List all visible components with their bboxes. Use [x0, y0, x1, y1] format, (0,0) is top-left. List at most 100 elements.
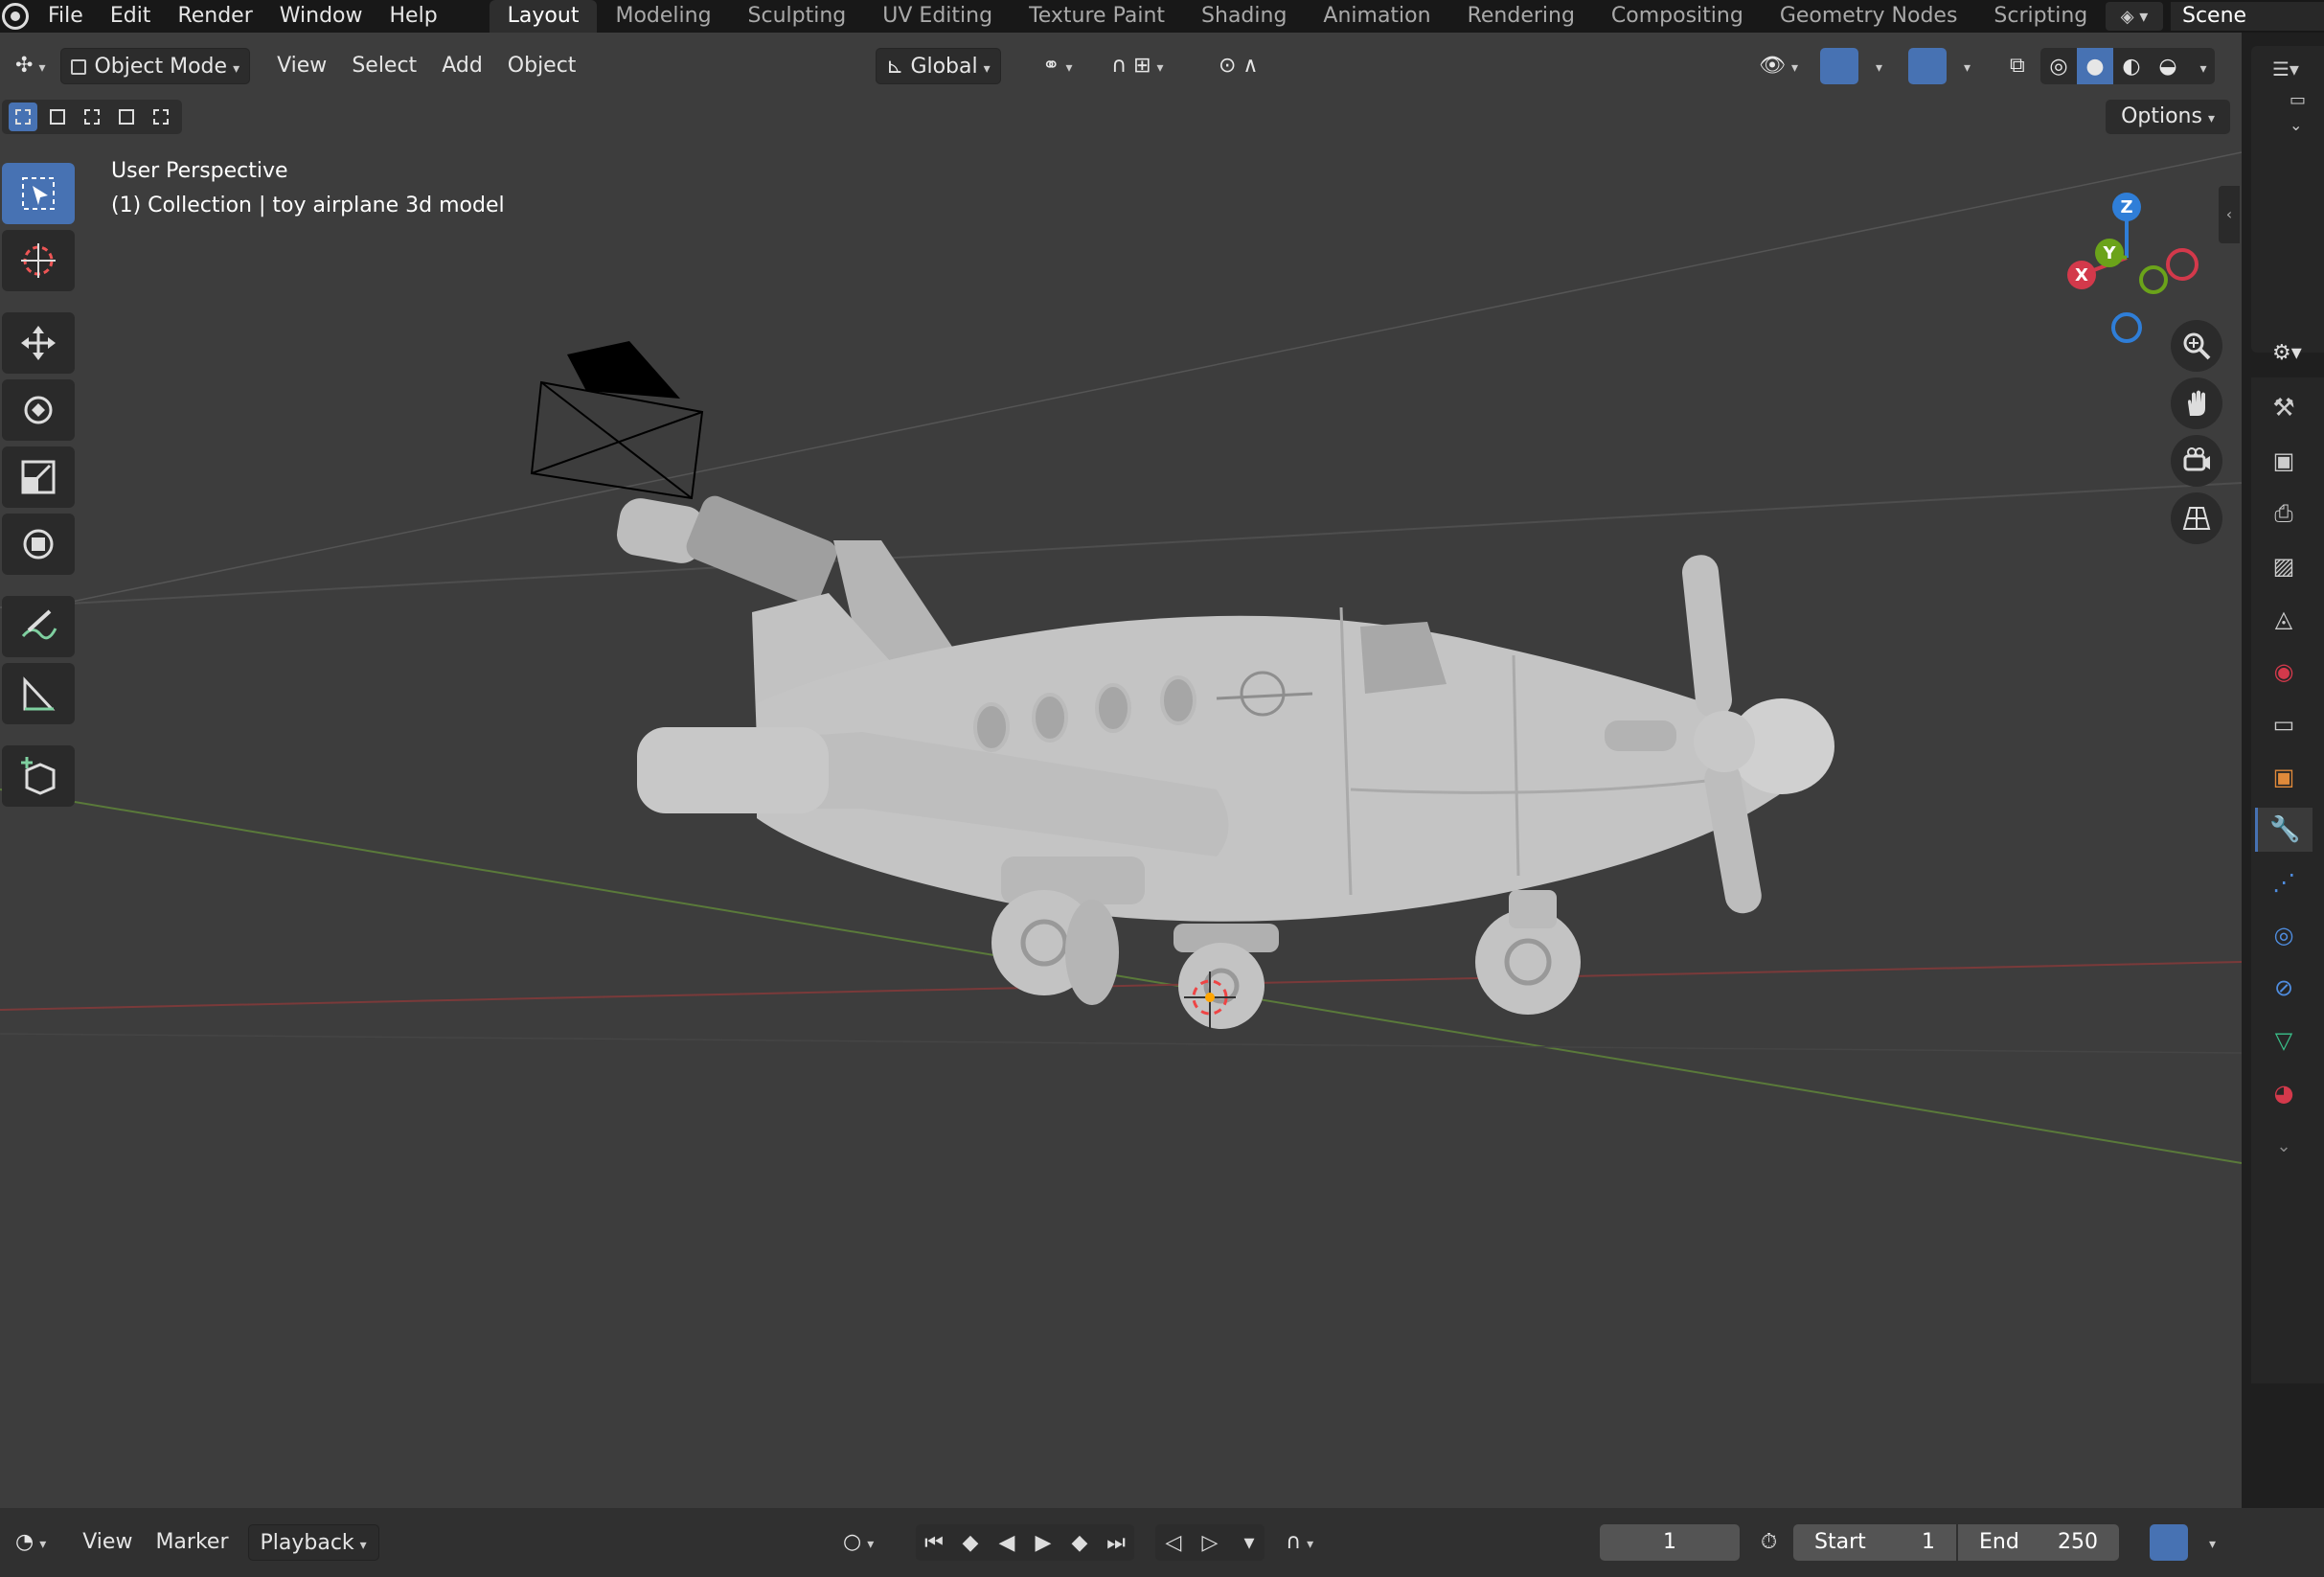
properties-editor-icon[interactable]: ⚙▾	[2251, 341, 2324, 376]
move-tool-icon[interactable]	[2, 312, 75, 374]
jump-start-icon[interactable]: ⏮	[916, 1531, 952, 1555]
pivot-point-icon[interactable]: ⚭ ▾	[1033, 48, 1082, 84]
orientation-dropdown[interactable]: ⊾ Global ▾	[876, 48, 1001, 84]
solid-shading-icon[interactable]: ●	[2077, 48, 2113, 84]
physics-properties-icon[interactable]: ◎	[2255, 913, 2313, 957]
overlays-dropdown-icon[interactable]: ▾	[1948, 48, 1980, 84]
tab-scripting[interactable]: Scripting	[1975, 0, 2106, 33]
select-box-tool-icon[interactable]	[2, 163, 75, 224]
outliner-panel[interactable]: ☰▾ ▭ ⌄	[2251, 46, 2324, 353]
play-icon[interactable]: ▶	[1025, 1531, 1061, 1555]
outliner-editor-icon[interactable]: ☰▾	[2272, 57, 2324, 80]
more-tabs-chevron-icon[interactable]: ⌄	[2255, 1124, 2313, 1168]
tab-sculpting[interactable]: Sculpting	[730, 0, 865, 33]
scene-icon[interactable]: ◈ ▾	[2106, 2, 2163, 31]
select-extend-icon[interactable]	[43, 103, 72, 131]
next-keyframe-icon[interactable]: ◆	[1061, 1531, 1098, 1555]
tab-texture-paint[interactable]: Texture Paint	[1011, 0, 1183, 33]
menu-window[interactable]: Window	[266, 0, 376, 33]
outliner-chevron-icon[interactable]: ⌄	[2290, 116, 2324, 134]
next-key-icon[interactable]: ▷	[1192, 1531, 1228, 1555]
gizmo-toggle-icon[interactable]	[1820, 48, 1858, 84]
perspective-toggle-icon[interactable]	[2171, 492, 2222, 544]
options-dropdown[interactable]: Options ▾	[2106, 100, 2230, 134]
gizmo-dropdown-icon[interactable]: ▾	[1860, 48, 1892, 84]
timeline-menu-marker[interactable]: Marker	[144, 1524, 239, 1561]
tab-layout[interactable]: Layout	[489, 0, 598, 33]
snap-timeline-icon[interactable]: ∩ ▾	[1274, 1524, 1325, 1561]
airplane-model[interactable]	[613, 491, 1834, 1029]
world-properties-icon[interactable]: ◉	[2255, 650, 2313, 694]
shading-dropdown-icon[interactable]: ▾	[2186, 55, 2215, 79]
wireframe-shading-icon[interactable]: ◎	[2040, 55, 2077, 79]
prev-key-icon[interactable]: ◁	[1155, 1531, 1192, 1555]
keying-dropdown-icon[interactable]: ▾	[1228, 1531, 1265, 1555]
visibility-icon[interactable]: 👁 ▾	[1749, 48, 1808, 84]
rotate-tool-icon[interactable]	[2, 379, 75, 441]
tab-rendering[interactable]: Rendering	[1449, 0, 1593, 33]
timer-icon[interactable]: ⏱	[1749, 1524, 1789, 1561]
cursor-tool-icon[interactable]	[2, 230, 75, 291]
menu-render[interactable]: Render	[164, 0, 265, 33]
data-properties-icon[interactable]: ▽	[2255, 1018, 2313, 1063]
object-properties-icon[interactable]: ▣	[2255, 755, 2313, 799]
mode-dropdown[interactable]: Object Mode ▾	[60, 48, 251, 84]
sync-toggle-icon[interactable]	[2150, 1524, 2188, 1561]
menu-object[interactable]: Object	[498, 48, 586, 84]
scale-tool-icon[interactable]	[2, 446, 75, 508]
camera-view-icon[interactable]	[2171, 435, 2222, 487]
prev-keyframe-icon[interactable]: ◆	[952, 1531, 989, 1555]
collection-properties-icon[interactable]: ▭	[2255, 702, 2313, 746]
tab-compositing[interactable]: Compositing	[1593, 0, 1762, 33]
select-invert-icon[interactable]	[112, 103, 141, 131]
play-reverse-icon[interactable]: ◀	[989, 1531, 1025, 1555]
camera-object[interactable]	[530, 341, 704, 500]
proportional-editing-icon[interactable]: ⊙ ∧	[1209, 48, 1268, 84]
timeline-editor-icon[interactable]: ◔ ▾	[4, 1524, 57, 1561]
tab-geometry-nodes[interactable]: Geometry Nodes	[1762, 0, 1976, 33]
playback-dropdown[interactable]: Playback ▾	[247, 1524, 379, 1561]
outliner-filter-icon[interactable]: ▭	[2290, 90, 2324, 110]
measure-tool-icon[interactable]	[2, 663, 75, 724]
xray-toggle-icon[interactable]: ⧉	[2000, 48, 2035, 84]
scene-properties-icon[interactable]: ◬	[2255, 597, 2313, 641]
tool-properties-icon[interactable]: ⚒	[2255, 386, 2313, 430]
particles-properties-icon[interactable]: ⋰	[2255, 860, 2313, 904]
tab-uv-editing[interactable]: UV Editing	[864, 0, 1011, 33]
sidebar-toggle-icon[interactable]: ‹	[2219, 186, 2240, 243]
menu-edit[interactable]: Edit	[97, 0, 165, 33]
editor-type-icon[interactable]: ✣ ▾	[6, 48, 55, 84]
sync-dropdown-icon[interactable]: ▾	[2192, 1524, 2227, 1561]
auto-keying-icon[interactable]: ○ ▾	[832, 1524, 885, 1561]
annotate-tool-icon[interactable]	[2, 596, 75, 657]
tab-shading[interactable]: Shading	[1183, 0, 1305, 33]
zoom-icon[interactable]	[2171, 320, 2222, 372]
3d-viewport[interactable]: ✣ ▾ Object Mode ▾ View Select Add Object ⊾…	[0, 33, 2242, 1508]
add-cube-tool-icon[interactable]	[2, 745, 75, 807]
transform-tool-icon[interactable]	[2, 514, 75, 575]
menu-help[interactable]: Help	[376, 0, 451, 33]
select-subtract-icon[interactable]	[78, 103, 106, 131]
modifier-properties-icon[interactable]: 🔧	[2255, 808, 2313, 852]
snap-icon[interactable]: ∩ ⊞ ▾	[1102, 48, 1173, 84]
overlays-toggle-icon[interactable]	[1908, 48, 1947, 84]
render-properties-icon[interactable]: ▣	[2255, 439, 2313, 483]
axis-neg-y-handle[interactable]	[2139, 265, 2168, 294]
timeline-menu-view[interactable]: View	[71, 1524, 144, 1561]
axis-neg-x-handle[interactable]	[2166, 248, 2199, 281]
menu-add[interactable]: Add	[432, 48, 492, 84]
select-intersect-icon[interactable]	[147, 103, 175, 131]
menu-file[interactable]: File	[34, 0, 97, 33]
material-properties-icon[interactable]: ◕	[2255, 1071, 2313, 1115]
select-new-icon[interactable]	[9, 103, 37, 131]
axis-neg-z-handle[interactable]	[2111, 312, 2142, 343]
scene-name-field[interactable]: Scene	[2171, 2, 2324, 31]
current-frame-field[interactable]: 1	[1600, 1524, 1740, 1561]
view-layer-properties-icon[interactable]: ▨	[2255, 544, 2313, 588]
pan-hand-icon[interactable]	[2171, 377, 2222, 429]
menu-select[interactable]: Select	[342, 48, 426, 84]
constraints-properties-icon[interactable]: ⊘	[2255, 966, 2313, 1010]
material-shading-icon[interactable]: ◐	[2113, 55, 2150, 79]
blender-logo-icon[interactable]	[2, 3, 29, 30]
start-frame-field[interactable]: Start 1	[1793, 1524, 1956, 1561]
